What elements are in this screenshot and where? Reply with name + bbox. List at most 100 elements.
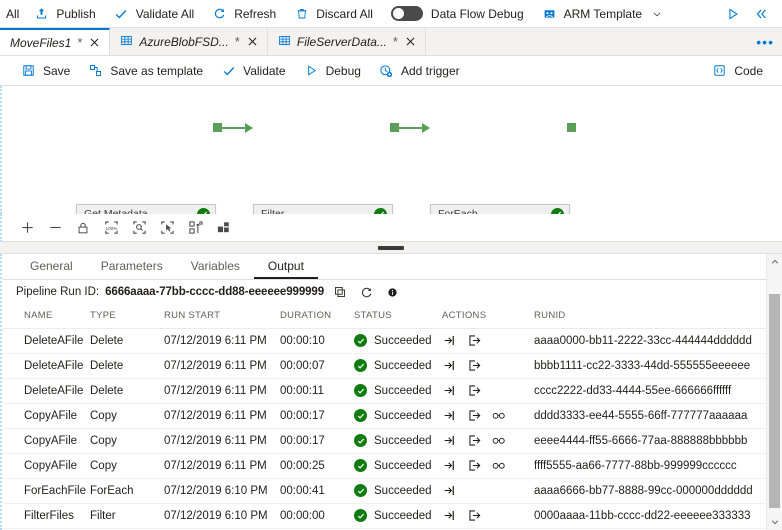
node-output-port[interactable] [390, 123, 399, 132]
node-output-port[interactable] [213, 123, 222, 132]
run-play-button[interactable] [720, 2, 746, 26]
vertical-scrollbar[interactable] [766, 254, 782, 530]
status-success-icon [354, 409, 367, 422]
discard-all-button[interactable]: Discard All [285, 1, 382, 27]
table-row[interactable]: CopyAFile Copy 07/12/2019 6:11 PM 00:00:17 S… [2, 403, 766, 429]
save-as-template-button[interactable]: Save as template [79, 58, 212, 84]
info-filled-icon[interactable] [382, 283, 402, 301]
output-icon[interactable] [467, 409, 481, 423]
tab-general[interactable]: General [16, 254, 87, 279]
copy-icon[interactable] [330, 283, 350, 301]
cell-actions [442, 378, 534, 404]
input-icon[interactable] [442, 434, 456, 448]
column-header-name[interactable]: NAME [2, 304, 90, 329]
table-header-row: NAME TYPE RUN START DURATION STATUS ACTI… [2, 304, 766, 329]
refresh-button[interactable]: Refresh [203, 1, 285, 27]
cell-type: Filter [90, 503, 164, 529]
tab-fileserverdata[interactable]: FileServerData... * [267, 28, 426, 55]
activity-node-filterfiles[interactable]: Filter FilterFiles [253, 204, 393, 214]
table-row[interactable]: CopyAFile Copy 07/12/2019 6:11 PM 00:00:17 S… [2, 428, 766, 454]
pipeline-toolbar-right: Code [703, 58, 782, 84]
table-row[interactable]: DeleteAFile Delete 07/12/2019 6:11 PM 00:00… [2, 378, 766, 404]
column-header-actions[interactable]: ACTIONS [442, 304, 534, 329]
tab-movefiles1[interactable]: MoveFiles1 * [0, 28, 111, 55]
toggle-switch[interactable] [390, 6, 423, 21]
details-icon[interactable] [492, 434, 506, 448]
cell-duration: 00:00:17 [280, 428, 354, 454]
input-icon[interactable] [442, 384, 456, 398]
activity-node-getfilelist[interactable]: Get Metadata GetFileList [76, 204, 216, 214]
zoom-in-button[interactable] [14, 216, 40, 240]
close-icon[interactable] [246, 35, 259, 48]
input-icon[interactable] [442, 484, 456, 498]
input-icon[interactable] [442, 459, 456, 473]
table-row[interactable]: DeleteAFile Delete 07/12/2019 6:11 PM 00:00… [2, 328, 766, 354]
cell-type: Delete [90, 378, 164, 404]
details-icon[interactable] [492, 409, 506, 423]
close-icon[interactable] [404, 35, 417, 48]
table-row[interactable]: ForEachFile ForEach 07/12/2019 6:10 PM 00:0… [2, 478, 766, 504]
lock-canvas-button[interactable] [70, 216, 96, 240]
scrollbar-track[interactable] [767, 270, 782, 514]
cell-type: Delete [90, 328, 164, 354]
scroll-up-button[interactable] [767, 254, 782, 270]
cell-runid: bbbb1111-cc22-3333-44dd-555555eeeeee [534, 353, 766, 379]
auto-align-button[interactable] [182, 216, 208, 240]
publish-button[interactable]: Publish [25, 1, 104, 27]
tab-label: FileServerData... [296, 34, 387, 49]
tab-variables[interactable]: Variables [177, 254, 254, 279]
close-icon[interactable] [88, 36, 101, 49]
output-icon[interactable] [467, 434, 481, 448]
refresh-icon[interactable] [356, 283, 376, 301]
table-row[interactable]: CopyAFile Copy 07/12/2019 6:11 PM 00:00:25 S… [2, 453, 766, 479]
output-icon[interactable] [467, 459, 481, 473]
panel-splitter[interactable] [0, 242, 782, 254]
tab-parameters[interactable]: Parameters [87, 254, 177, 279]
zoom-to-fit-button[interactable]: 100% [98, 216, 124, 240]
pipeline-canvas[interactable]: Get Metadata GetFileList Filter FilterFi… [0, 86, 782, 214]
output-icon[interactable] [467, 384, 481, 398]
zoom-out-button[interactable] [42, 216, 68, 240]
debug-label: Debug [325, 63, 361, 78]
input-icon[interactable] [442, 334, 456, 348]
add-trigger-button[interactable]: Add trigger [370, 58, 469, 84]
scrollbar-thumb[interactable] [769, 294, 780, 508]
cell-duration: 00:00:00 [280, 503, 354, 529]
debug-button[interactable]: Debug [295, 58, 370, 84]
minimap-button[interactable] [210, 216, 236, 240]
cell-actions [442, 453, 534, 479]
table-row[interactable]: FilterFiles Filter 07/12/2019 6:10 PM 00:00… [2, 503, 766, 529]
scroll-down-button[interactable] [767, 514, 782, 530]
table-row[interactable]: DeleteAFile Delete 07/12/2019 6:11 PM 00:00… [2, 353, 766, 379]
select-all-button[interactable] [154, 216, 180, 240]
input-icon[interactable] [442, 509, 456, 523]
code-button[interactable]: Code [703, 58, 772, 84]
column-header-status[interactable]: STATUS [354, 304, 442, 329]
data-flow-debug-toggle[interactable]: Data Flow Debug [382, 1, 533, 27]
arm-template-button[interactable]: ARM Template [533, 1, 673, 27]
validate-all-button[interactable]: Validate All [105, 1, 203, 27]
details-icon[interactable] [492, 459, 506, 473]
column-header-runid[interactable]: RUNID [534, 304, 766, 329]
tab-output[interactable]: Output [253, 254, 318, 279]
zoom-level-button[interactable] [126, 216, 152, 240]
validate-button[interactable]: Validate [212, 58, 294, 84]
output-icon[interactable] [467, 359, 481, 373]
activity-node-foreachfile[interactable]: ForEach ForEachFile [430, 204, 570, 214]
input-icon[interactable] [442, 409, 456, 423]
splitter-grip[interactable] [378, 245, 404, 250]
column-header-run-start[interactable]: RUN START [164, 304, 280, 329]
column-header-type[interactable]: TYPE [90, 304, 164, 329]
node-output-port[interactable] [567, 123, 576, 132]
status-label: Succeeded [374, 359, 432, 372]
output-icon[interactable] [467, 509, 481, 523]
save-button[interactable]: Save [12, 58, 79, 84]
tab-azureblobfsd[interactable]: AzureBlobFSD... * [110, 28, 268, 55]
collapse-panel-button[interactable] [748, 2, 774, 26]
output-icon[interactable] [467, 334, 481, 348]
column-header-duration[interactable]: DURATION [280, 304, 354, 329]
tab-overflow-button[interactable]: ••• [756, 35, 774, 49]
pipeline-toolbar: Save Save as template Validate Debug Add… [0, 56, 782, 86]
status-success-icon [354, 459, 367, 472]
input-icon[interactable] [442, 359, 456, 373]
